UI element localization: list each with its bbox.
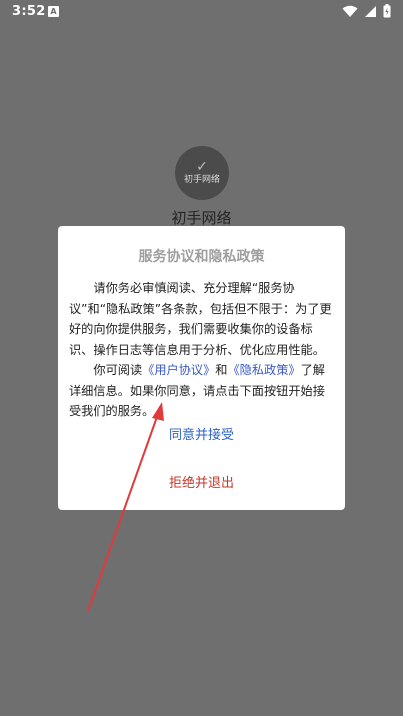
paragraph-2-and: 和 [215, 363, 228, 377]
logo-text: 初手网络 [183, 175, 220, 185]
dialog-body: 请你务必审慎阅读、充分理解“服务协议”和“隐私政策”各条款，包括但不限于：为了更… [69, 278, 335, 422]
logo-mark-icon: ✓ [196, 159, 208, 175]
signal-icon [365, 5, 376, 17]
privacy-dialog: 服务协议和隐私政策 请你务必审慎阅读、充分理解“服务协议”和“隐私政策”各条款，… [58, 226, 345, 510]
app-name: 初手网络 [171, 209, 232, 227]
user-agreement-link[interactable]: 《用户协议》 [142, 363, 215, 377]
notification-icon: A [48, 6, 59, 17]
dialog-paragraph-2: 你可阅读《用户协议》和《隐私政策》了解详细信息。如果你同意，请点击下面按钮开始接… [69, 360, 335, 422]
paragraph-2-prefix: 你可阅读 [93, 363, 143, 377]
agree-button[interactable]: 同意并接受 [58, 424, 345, 443]
status-icons [342, 4, 391, 18]
status-bar: 3:52 A [0, 0, 403, 24]
app-logo: ✓ 初手网络 [175, 146, 229, 200]
dialog-paragraph-1: 请你务必审慎阅读、充分理解“服务协议”和“隐私政策”各条款，包括但不限于：为了更… [69, 281, 332, 357]
reject-button[interactable]: 拒绝并退出 [58, 472, 345, 491]
battery-icon [383, 4, 391, 18]
dialog-title: 服务协议和隐私政策 [138, 249, 265, 265]
privacy-policy-link[interactable]: 《隐私政策》 [227, 363, 300, 377]
wifi-icon [342, 5, 358, 17]
status-time: 3:52 [12, 4, 46, 19]
